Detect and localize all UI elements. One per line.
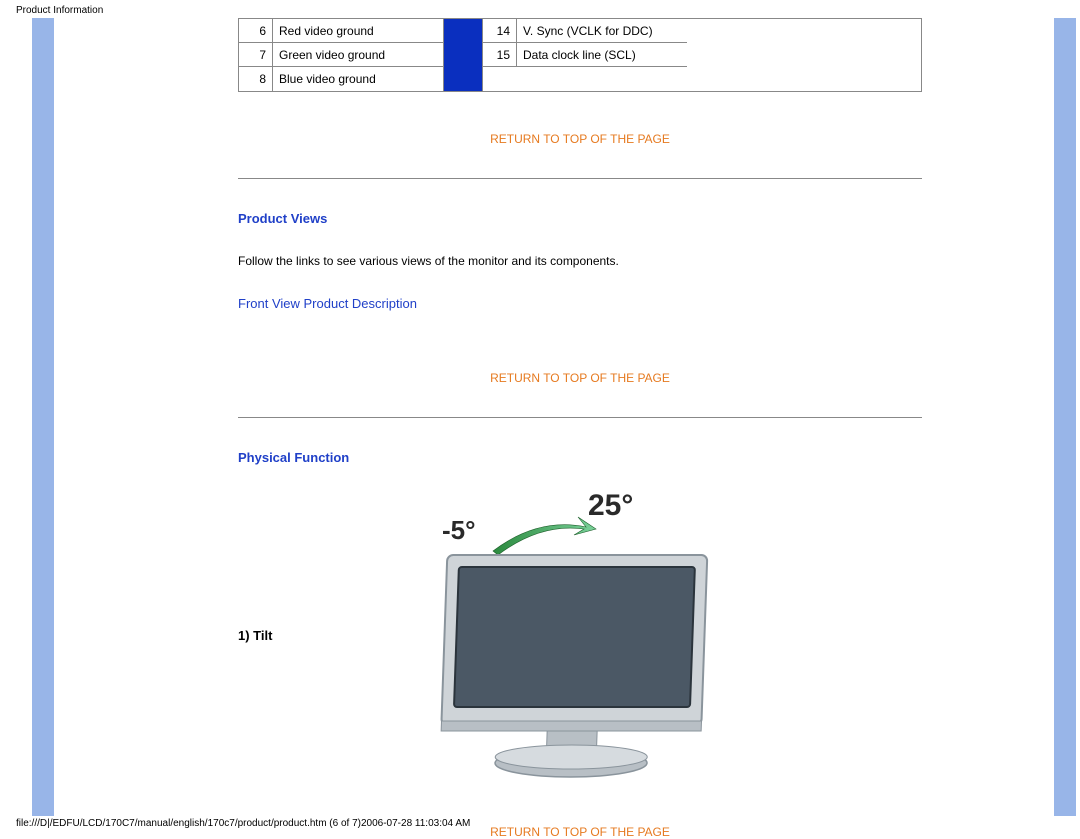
table-row: 7 Green video ground	[239, 43, 443, 67]
monitor-tilt-illustration: -5° 25°	[418, 485, 778, 785]
left-sidebar-stripe	[32, 18, 54, 816]
table-row: 14 V. Sync (VCLK for DDC)	[483, 19, 687, 43]
pin-table-left-col: 6 Red video ground 7 Green video ground …	[239, 19, 443, 91]
product-views-heading: Product Views	[238, 211, 922, 226]
monitor-icon	[418, 535, 748, 795]
product-views-body: Follow the links to see various views of…	[238, 254, 922, 268]
table-row: 8 Blue video ground	[239, 67, 443, 91]
pin-description: Data clock line (SCL)	[517, 43, 687, 66]
pin-description: Red video ground	[273, 19, 443, 42]
connector-graphic	[443, 19, 483, 91]
main-content: 6 Red video ground 7 Green video ground …	[238, 18, 922, 839]
page-title: Product Information	[16, 5, 103, 16]
pin-number: 14	[483, 19, 517, 42]
front-view-link[interactable]: Front View Product Description	[238, 296, 922, 311]
pin-assignment-table: 6 Red video ground 7 Green video ground …	[238, 18, 922, 92]
return-to-top-link[interactable]: RETURN TO TOP OF THE PAGE	[238, 371, 922, 385]
divider	[238, 178, 922, 179]
pin-description: Green video ground	[273, 43, 443, 66]
divider	[238, 417, 922, 418]
tilt-label: 1) Tilt	[238, 628, 358, 643]
right-sidebar-stripe	[1054, 18, 1076, 816]
pin-table-right-col: 14 V. Sync (VCLK for DDC) 15 Data clock …	[483, 19, 687, 91]
page-footer-path: file:///D|/EDFU/LCD/170C7/manual/english…	[16, 818, 470, 829]
pin-number: 8	[239, 67, 273, 91]
return-to-top-link[interactable]: RETURN TO TOP OF THE PAGE	[238, 132, 922, 146]
pin-number: 15	[483, 43, 517, 66]
pin-number: 6	[239, 19, 273, 42]
tilt-row: 1) Tilt -5° 25°	[238, 485, 922, 785]
pin-description: Blue video ground	[273, 67, 443, 91]
pin-description: V. Sync (VCLK for DDC)	[517, 19, 687, 42]
pin-number: 7	[239, 43, 273, 66]
table-row: 15 Data clock line (SCL)	[483, 43, 687, 67]
table-row: 6 Red video ground	[239, 19, 443, 43]
physical-function-heading: Physical Function	[238, 450, 922, 465]
